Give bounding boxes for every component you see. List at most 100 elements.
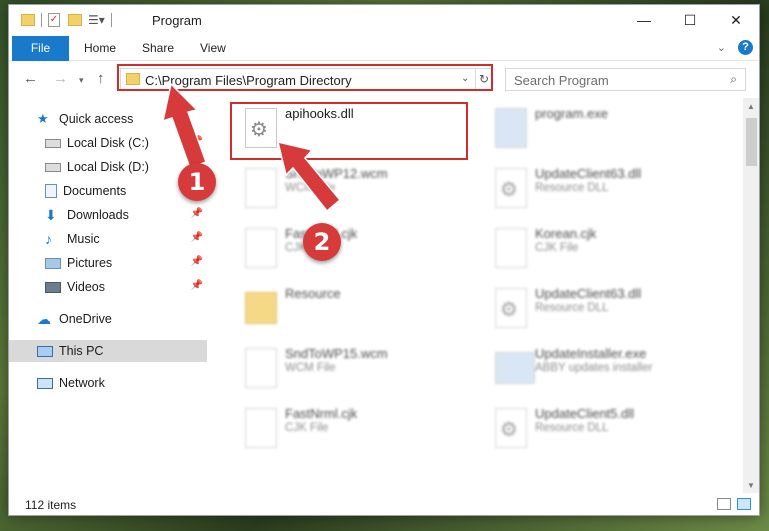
tiles-view-icon[interactable] [737,498,751,510]
file-item[interactable]: UpdateClient63.dll Resource DLL [489,282,729,338]
view-toggle [717,498,751,510]
search-placeholder: Search Program [514,73,609,88]
file-item[interactable]: Korean.cjk CJK File [489,222,729,278]
sidebar-item-local-disk-d[interactable]: Local Disk (D:) 📌 [9,156,207,178]
pin-icon[interactable]: 📌 [191,136,203,147]
pin-icon[interactable]: 📌 [191,232,203,243]
file-icon [245,348,277,388]
details-view-icon[interactable] [717,498,731,510]
sidebar-item-label: Videos [67,280,105,294]
file-name: Resource [285,286,341,301]
folder-item[interactable]: Resource [239,282,479,338]
file-type: CJK File [535,242,579,254]
documents-icon [45,184,57,198]
properties-icon[interactable]: ✓ [48,13,60,27]
file-type: WCM File [285,362,336,374]
sidebar-item-pictures[interactable]: Pictures 📌 [9,252,207,274]
file-type: Resource DLL [535,302,609,314]
file-name: Korean.cjk [535,226,597,241]
file-name: program.exe [535,106,608,121]
file-item[interactable]: FastNrml.cjk CJK File [239,222,479,278]
videos-icon [45,281,61,293]
file-item[interactable]: program.exe [489,102,729,158]
recent-locations-icon[interactable]: ▾ [79,75,84,86]
view-menu-icon[interactable]: ☰▾ [88,13,105,27]
file-name: UpdateInstaller.exe [535,346,647,361]
quick-access-toolbar: ✓ ☰▾ [21,13,118,27]
file-name: FastNrml.cjk [285,406,358,421]
file-name: UpdateClient5.dll [535,406,635,421]
title-bar: ✓ ☰▾ Program — ☐ ✕ [9,5,759,35]
file-item[interactable]: UpdateClient63.dll Resource DLL [489,162,729,218]
file-icon [495,228,527,268]
pin-icon[interactable]: 📌 [191,256,203,267]
address-highlight-frame [117,64,493,91]
dll-file-icon [495,408,527,448]
star-icon: ★ [37,111,49,126]
tab-view[interactable]: View [188,36,238,61]
file-icon [245,228,277,268]
sidebar-item-local-disk-c[interactable]: Local Disk (C:) 📌 [9,132,207,154]
step-2-badge: 2 [303,223,341,261]
file-item[interactable]: FastNrml.cjk CJK File [239,402,479,458]
search-input[interactable]: Search Program ⌕ [505,68,746,91]
file-name: SndToWP15.wcm [285,346,388,361]
music-icon: ♪ [45,231,52,247]
computer-icon [37,345,53,357]
file-name: UpdateClient63.dll [535,286,642,301]
new-folder-icon[interactable] [68,14,82,26]
help-icon[interactable]: ? [738,40,753,55]
sidebar-item-music[interactable]: ♪ Music 📌 [9,228,207,250]
file-type: Resource DLL [535,422,609,434]
file-item[interactable]: UpdateInstaller.exe ABBY updates install… [489,342,729,398]
sidebar-item-quick-access[interactable]: ★ Quick access [9,108,207,130]
file-highlight-frame [230,102,468,160]
sidebar-item-onedrive[interactable]: ☁ OneDrive [9,308,207,330]
sidebar-item-label: Quick access [59,112,134,126]
ribbon: File Home Share View ⌄ ? [9,36,759,61]
folder-icon [245,292,277,324]
sidebar-item-label: Network [59,376,105,390]
file-item[interactable]: SndToWP15.wcm WCM File [239,342,479,398]
search-icon: ⌕ [730,72,737,86]
toolbar-divider [110,13,112,27]
download-icon: ⬇ [45,207,57,223]
network-icon [37,377,53,389]
pin-icon[interactable]: 📌 [191,280,203,291]
maximize-button[interactable]: ☐ [667,5,713,35]
pin-icon[interactable]: 📌 [191,208,203,219]
sidebar-item-label: Pictures [67,256,113,270]
sidebar-item-downloads[interactable]: ⬇ Downloads 📌 [9,204,207,226]
file-type: ABBY updates installer [535,362,653,374]
chevron-down-icon[interactable]: ⌄ [717,41,726,54]
vertical-scrollbar[interactable]: ▲ ▼ [743,98,759,493]
folder-icon [21,14,35,26]
tab-home[interactable]: Home [72,36,128,61]
step-1-badge: 1 [178,163,216,201]
sidebar-item-videos[interactable]: Videos 📌 [9,276,207,298]
scrollbar-thumb[interactable] [746,118,757,166]
back-arrow-icon[interactable]: ← [23,70,38,87]
sidebar-item-label: This PC [59,344,104,358]
up-arrow-icon[interactable]: ↑ [97,70,105,87]
scroll-down-icon[interactable]: ▼ [747,481,755,490]
forward-arrow-icon[interactable]: → [53,70,68,87]
drive-icon [45,162,61,172]
sidebar-item-label: Music [67,232,100,246]
file-type: Resource DLL [535,182,609,194]
tab-file[interactable]: File [12,36,69,61]
close-button[interactable]: ✕ [713,5,759,35]
minimize-button[interactable]: — [621,5,667,35]
scroll-up-icon[interactable]: ▲ [747,102,755,111]
file-name: UpdateClient63.dll [535,166,642,181]
sidebar-item-label: Documents [63,184,127,198]
exe-file-icon [495,108,527,148]
file-icon [245,408,277,448]
file-item[interactable]: SndToWP12.wcm WCM File [239,162,479,218]
window-title: Program [152,13,202,28]
tab-share[interactable]: Share [130,36,186,61]
sidebar-item-this-pc[interactable]: This PC [9,340,207,362]
sidebar-item-network[interactable]: Network [9,372,207,394]
file-item[interactable]: UpdateClient5.dll Resource DLL [489,402,729,458]
cloud-icon: ☁ [37,311,51,327]
